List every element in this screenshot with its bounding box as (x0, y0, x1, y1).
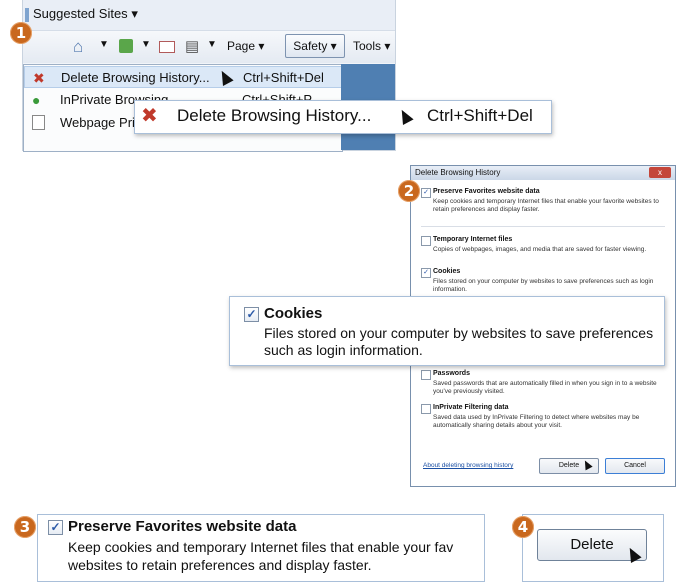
tools-menu-button[interactable]: Tools ▾ (353, 39, 390, 53)
step-badge-2: 2 (398, 180, 420, 202)
delete-history-icon: ✖ (33, 70, 45, 86)
mouse-cursor-icon (396, 107, 414, 125)
feeds-icon[interactable] (119, 39, 133, 53)
temporary-files-checkbox[interactable] (421, 236, 431, 246)
chevron-down-icon: ▾ (384, 39, 391, 53)
privacy-policy-icon (32, 115, 45, 130)
inprivate-filtering-checkbox[interactable] (421, 404, 431, 414)
home-icon[interactable]: ⌂ (73, 37, 83, 57)
chevron-down-icon: ▾ (131, 6, 138, 21)
option-desc: Saved passwords that are automatically f… (433, 380, 657, 395)
command-bar: ⌂ ▼ ▼ ▤ ▼ Page ▾ Safety ▾ Tools ▾ (23, 31, 395, 63)
callout-shortcut: Ctrl+Shift+Del (427, 106, 533, 125)
option-desc: Keep cookies and temporary Internet file… (433, 198, 659, 213)
step-badge-1: 1 (10, 22, 32, 44)
chevron-down-icon: ▾ (258, 39, 265, 53)
page-icon (25, 8, 29, 22)
inprivate-icon: ● (32, 92, 41, 108)
menu-item-delete-browsing-history[interactable]: ✖ Delete Browsing History... Ctrl+Shift+… (24, 66, 342, 88)
passwords-checkbox[interactable] (421, 370, 431, 380)
callout-preserve-desc: Keep cookies and temporary Internet file… (68, 539, 454, 555)
cookies-checkbox[interactable]: ✓ (244, 307, 259, 322)
callout-cookies-title: Cookies (264, 305, 323, 322)
callout-preserve-title: Preserve Favorites website data (68, 518, 297, 535)
safety-menu-button[interactable]: Safety ▾ (285, 34, 345, 58)
option-desc: Saved data used by InPrivate Filtering t… (433, 414, 640, 429)
suggested-sites-button[interactable]: Suggested Sites ▾ (33, 6, 138, 22)
chevron-down-icon[interactable]: ▼ (207, 39, 217, 50)
favorites-bar: Suggested Sites ▾ (23, 0, 395, 31)
step-badge-3: 3 (14, 516, 36, 538)
dialog-title-bar: Delete Browsing History x (411, 166, 675, 180)
step-badge-4: 4 (512, 516, 534, 538)
page-menu-button[interactable]: Page ▾ (227, 39, 264, 53)
callout-preserve-favorites: ✓ Preserve Favorites website data Keep c… (37, 514, 485, 582)
callout-delete-button: Delete (522, 514, 664, 582)
option-desc: Copies of webpages, images, and media th… (433, 246, 647, 253)
mail-icon[interactable] (159, 41, 175, 53)
callout-cookies: ✓ Cookies Files stored on your computer … (229, 296, 665, 366)
option-title: Cookies (433, 268, 461, 275)
dialog-cancel-button[interactable]: Cancel (605, 458, 665, 474)
delete-history-icon: ✖ (141, 105, 158, 127)
option-title: Passwords (433, 370, 470, 377)
about-deleting-link[interactable]: About deleting browsing history (423, 462, 513, 469)
option-title: Preserve Favorites website data (433, 188, 540, 195)
print-icon[interactable]: ▤ (185, 37, 199, 55)
dialog-title: Delete Browsing History (415, 168, 501, 177)
callout-menu-label[interactable]: Delete Browsing History... (177, 106, 371, 126)
option-title: Temporary Internet files (433, 236, 513, 243)
option-title: InPrivate Filtering data (433, 404, 509, 411)
chevron-down-icon[interactable]: ▼ (99, 39, 109, 50)
preserve-favorites-checkbox[interactable]: ✓ (48, 520, 63, 535)
callout-cookies-desc: Files stored on your computer by website… (264, 325, 654, 358)
callout-delete-browsing-history: ✖ Delete Browsing History... Ctrl+Shift+… (134, 100, 552, 134)
cookies-checkbox[interactable]: ✓ (421, 268, 431, 278)
chevron-down-icon: ▾ (330, 39, 337, 53)
option-desc: Files stored on your computer by website… (433, 278, 654, 293)
callout-preserve-desc-2: websites to retain preferences and displ… (68, 557, 372, 573)
preserve-favorites-checkbox[interactable]: ✓ (421, 188, 431, 198)
chevron-down-icon[interactable]: ▼ (141, 39, 151, 50)
divider (421, 226, 665, 227)
close-icon[interactable]: x (649, 167, 671, 178)
